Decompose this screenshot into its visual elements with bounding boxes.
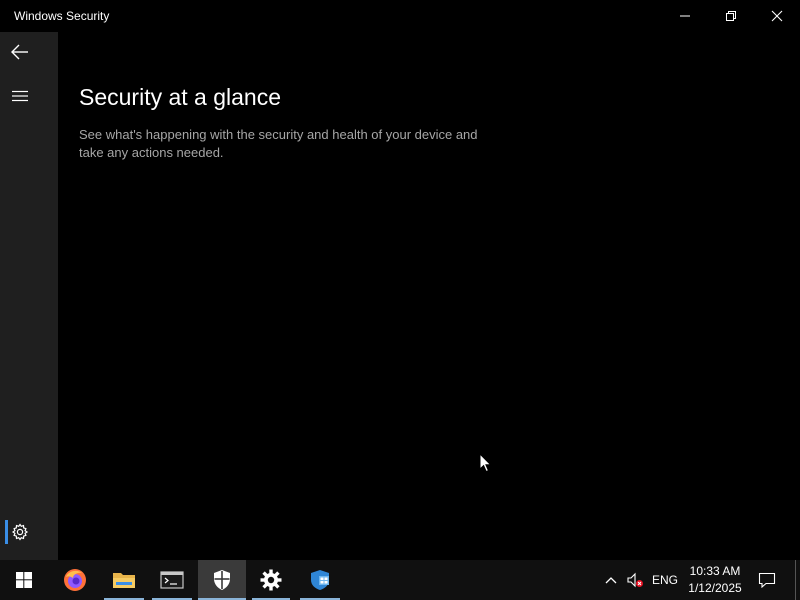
close-button[interactable] (754, 0, 800, 32)
terminal-icon (160, 571, 184, 589)
taskbar: ENG 10:33 AM 1/12/2025 (0, 560, 800, 600)
window-title: Windows Security (14, 9, 110, 23)
page-title: Security at a glance (79, 84, 282, 110)
show-desktop-button[interactable] (795, 560, 796, 600)
shield-icon (214, 570, 230, 590)
taskbar-settings[interactable] (250, 560, 292, 600)
settings-button[interactable] (0, 512, 40, 552)
volume-muted-icon (627, 572, 643, 588)
main-content: Security at a glance See what's happenin… (58, 32, 800, 560)
language-indicator[interactable]: ENG (652, 573, 678, 587)
restore-button[interactable] (708, 0, 754, 32)
chevron-up-icon (605, 577, 617, 584)
back-arrow-icon (11, 44, 28, 60)
back-button[interactable] (0, 32, 40, 72)
minimize-button[interactable] (662, 0, 708, 32)
page-description: See what's happening with the security a… (79, 127, 478, 160)
folder-icon (113, 573, 135, 588)
menu-button[interactable] (0, 76, 40, 116)
taskbar-terminal[interactable] (150, 560, 194, 600)
app-blue-icon (311, 570, 329, 590)
clock-time: 10:33 AM (689, 564, 741, 578)
mouse-cursor-icon (479, 453, 492, 473)
tray-overflow-button[interactable] (602, 560, 620, 600)
taskbar-windows-security[interactable] (198, 560, 246, 600)
clock-date: 1/12/2025 (688, 581, 742, 595)
windows-logo-icon (16, 572, 32, 588)
start-button[interactable] (0, 560, 48, 600)
volume-button[interactable] (624, 560, 646, 600)
restore-icon (726, 11, 736, 21)
taskbar-file-explorer[interactable] (102, 560, 146, 600)
notification-icon (758, 572, 776, 588)
clock[interactable]: 10:33 AM 1/12/2025 (680, 563, 750, 597)
taskbar-firefox[interactable] (52, 560, 98, 600)
taskbar-other-app[interactable] (298, 560, 342, 600)
close-icon (771, 10, 783, 22)
minimize-icon (680, 15, 690, 17)
gear-icon (11, 523, 29, 541)
navigation-rail (0, 32, 58, 560)
notifications-button[interactable] (754, 560, 780, 600)
title-bar: Windows Security (0, 0, 800, 32)
gear-icon (260, 569, 282, 591)
hamburger-menu-icon (12, 90, 28, 102)
firefox-icon (64, 569, 86, 591)
